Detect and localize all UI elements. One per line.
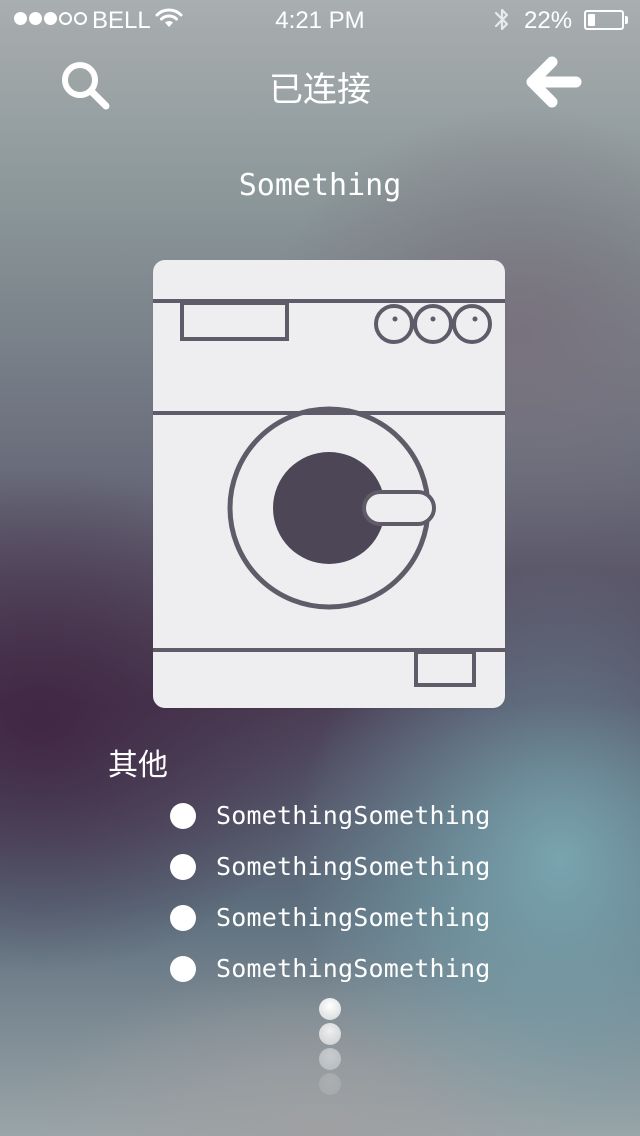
battery-level [588,14,595,26]
battery-cap [625,16,628,24]
back-button[interactable] [524,56,584,112]
list-item[interactable]: SomethingSomething [170,943,491,994]
back-arrow-icon [526,56,582,108]
list-item-label: SomethingSomething [216,852,491,881]
radio-dot-icon[interactable] [170,904,196,931]
device-name: Something [238,168,402,203]
list-item[interactable]: SomethingSomething [170,790,491,841]
list-item-label: SomethingSomething [216,903,491,932]
battery-icon [584,10,624,30]
list-item[interactable]: SomethingSomething [170,841,491,892]
bluetooth-icon [492,5,512,42]
battery-percent: 22% [524,7,573,34]
radio-dot-icon[interactable] [170,955,196,982]
list-item-label: SomethingSomething [216,954,491,983]
washing-machine-icon [153,299,505,687]
radio-dot-icon[interactable] [170,853,196,880]
more-dot [319,998,341,1020]
more-dot [319,1073,341,1095]
more-dot [319,1048,341,1070]
section-label-others: 其他 [108,748,168,783]
list-item-label: SomethingSomething [216,801,491,830]
more-dot [319,1023,341,1045]
status-bar: BELL 4:21 PM 22% [0,0,640,40]
other-devices-list: SomethingSomething SomethingSomething So… [170,790,491,994]
radio-dot-icon[interactable] [170,802,196,829]
list-item[interactable]: SomethingSomething [170,892,491,943]
more-indicator-icon[interactable] [319,998,343,1098]
device-card[interactable] [153,260,505,708]
